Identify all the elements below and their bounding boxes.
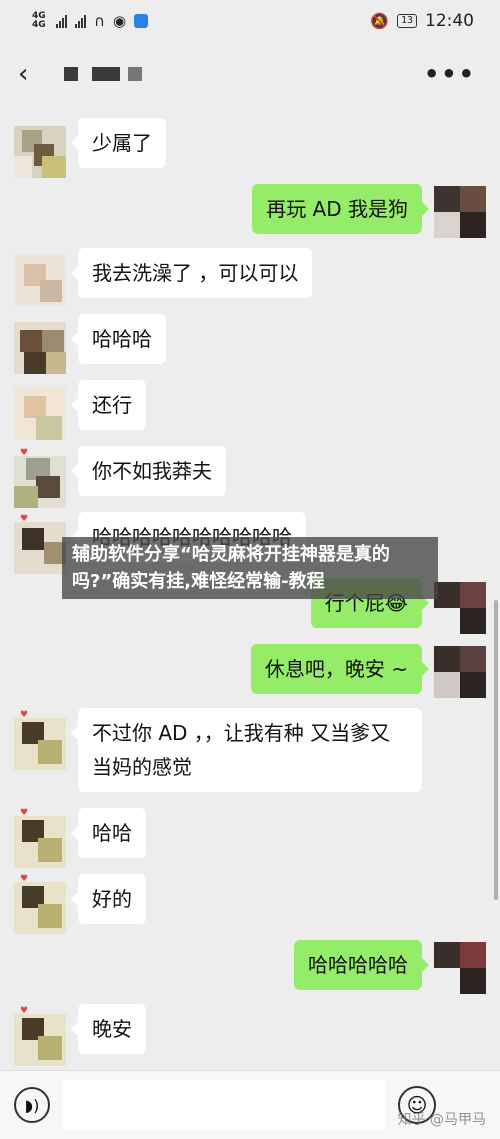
battery-icon: 13 xyxy=(396,14,417,28)
contact-avatar[interactable] xyxy=(14,126,66,178)
network-label-2: 4G xyxy=(32,20,46,30)
signal-icon xyxy=(56,14,67,28)
my-avatar[interactable] xyxy=(434,646,486,698)
app-notification-icon xyxy=(134,14,149,28)
message-bubble[interactable]: 好的 xyxy=(71,874,146,924)
scrollbar[interactable] xyxy=(494,600,498,900)
contact-avatar[interactable] xyxy=(14,254,66,306)
message-bubble[interactable]: 你不如我莽夫 xyxy=(71,446,226,496)
message-bubble[interactable]: 我去洗澡了 ，可以可以 xyxy=(70,248,313,298)
signal-icon-2 xyxy=(75,14,86,28)
contact-avatar[interactable] xyxy=(14,388,66,440)
chat-header: ‹ ••• xyxy=(0,42,500,106)
voice-icon[interactable]: ◗) xyxy=(14,1087,50,1123)
status-left: 4G 4G ∩ ◉ xyxy=(32,12,149,30)
message-bubble[interactable]: 再玩 AD 我是狗 xyxy=(252,184,429,234)
headset-icon: ∩ xyxy=(94,12,105,30)
message-bubble[interactable]: 哈哈 xyxy=(71,808,146,858)
my-avatar[interactable] xyxy=(434,582,486,634)
contact-avatar[interactable] xyxy=(14,1014,66,1066)
network-type: 4G 4G xyxy=(32,12,48,30)
chat-title-redacted xyxy=(64,67,142,81)
contact-avatar[interactable] xyxy=(14,882,66,934)
chevron-left-icon[interactable]: ‹ xyxy=(18,59,58,89)
message-bubble[interactable]: 少属了 xyxy=(71,118,166,168)
message-input[interactable] xyxy=(62,1080,386,1130)
my-avatar[interactable] xyxy=(434,942,486,994)
contact-avatar[interactable] xyxy=(14,322,66,374)
status-bar: 4G 4G ∩ ◉ 🔕 13 12:40 xyxy=(0,0,500,42)
message-bubble[interactable]: 哈哈哈 xyxy=(71,314,166,364)
contact-avatar[interactable] xyxy=(14,816,66,868)
mute-icon: 🔕 xyxy=(370,12,389,30)
contact-avatar[interactable] xyxy=(14,456,66,508)
contact-avatar[interactable] xyxy=(14,718,66,770)
my-avatar[interactable] xyxy=(434,186,486,238)
overlay-banner: 辅助软件分享“哈灵麻将开挂神器是真的吗?”确实有挂,难怪经常输-教程 xyxy=(62,537,438,599)
more-icon[interactable]: ••• xyxy=(424,60,476,88)
message-bubble[interactable]: 不过你 AD ，，让我有种 又当爹又当妈的感觉 xyxy=(71,708,422,792)
status-right: 🔕 13 12:40 xyxy=(370,11,474,31)
contact-avatar[interactable] xyxy=(14,522,66,574)
message-bubble[interactable]: 晚安 xyxy=(71,1004,146,1054)
watermark: 知乎 @马甲马 xyxy=(397,1112,486,1128)
clock: 12:40 xyxy=(425,11,474,31)
message-bubble[interactable]: 哈哈哈哈哈 xyxy=(294,940,429,990)
message-bubble[interactable]: 还行 xyxy=(71,380,146,430)
message-bubble[interactable]: 休息吧，晚安 ~ xyxy=(250,644,430,694)
eye-icon: ◉ xyxy=(112,12,127,30)
